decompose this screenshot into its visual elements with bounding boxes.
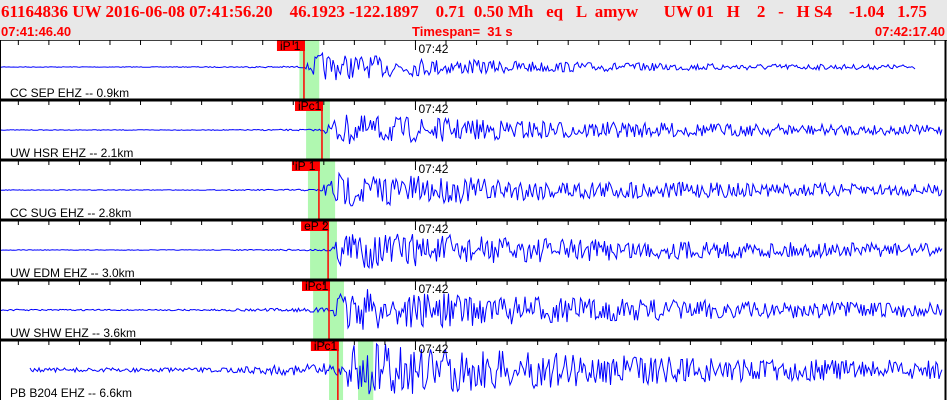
channel-label: PB B204 EHZ -- 6.6km (10, 386, 132, 400)
waveform-panels[interactable]: iP 1 07:42CC SEP EHZ -- 0.9kmiPc1 07:42UW … (0, 40, 947, 400)
channel-label: UW HSR EHZ -- 2.1km (10, 146, 133, 160)
pick-label: iP 1 (280, 40, 301, 53)
seismic-trace (0, 51, 916, 81)
event-header: 61164836 UW 2016-06-08 07:41:56.20 46.19… (0, 0, 947, 40)
channel-panel[interactable]: eP 2 07:42UW EDM EHZ -- 3.0km (0, 218, 947, 280)
minute-label: 07:42 (418, 42, 448, 56)
channel-label: CC SEP EHZ -- 0.9km (10, 86, 129, 100)
channel-panel[interactable]: iPc1 07:42PB B204 EHZ -- 6.6km (0, 338, 947, 400)
seismic-trace (0, 233, 943, 270)
minute-label: 07:42 (418, 282, 448, 296)
minute-label: 07:42 (418, 162, 448, 176)
timespan: Timespan= 31 s (412, 24, 513, 39)
channel-panel[interactable]: iP 1 07:42CC SUG EHZ -- 2.8km (0, 158, 947, 220)
minute-label: 07:42 (418, 222, 448, 236)
channel-panel[interactable]: iPc1 07:42UW SHW EHZ -- 3.6km (0, 278, 947, 340)
channel-panel[interactable]: iP 1 07:42 CC SEP EHZ -- 0.9km (0, 40, 947, 100)
minute-label: 07:42 (418, 102, 448, 116)
channel-panel[interactable]: iPc1 07:42UW HSR EHZ -- 2.1km (0, 98, 947, 160)
seismic-trace (0, 114, 943, 145)
start-time: 07:41:46.40 (1, 24, 72, 39)
event-summary: 61164836 UW 2016-06-08 07:41:56.20 46.19… (1, 2, 927, 21)
seismic-trace (0, 171, 943, 207)
channel-label: UW EDM EHZ -- 3.0km (10, 266, 135, 280)
end-time: 07:42:17.40 (874, 24, 945, 39)
seismic-trace (29, 342, 943, 395)
channel-label: UW SHW EHZ -- 3.6km (10, 326, 136, 340)
minute-label: 07:42 (418, 342, 448, 356)
channel-label: CC SUG EHZ -- 2.8km (10, 206, 131, 220)
seismic-trace (0, 289, 943, 330)
